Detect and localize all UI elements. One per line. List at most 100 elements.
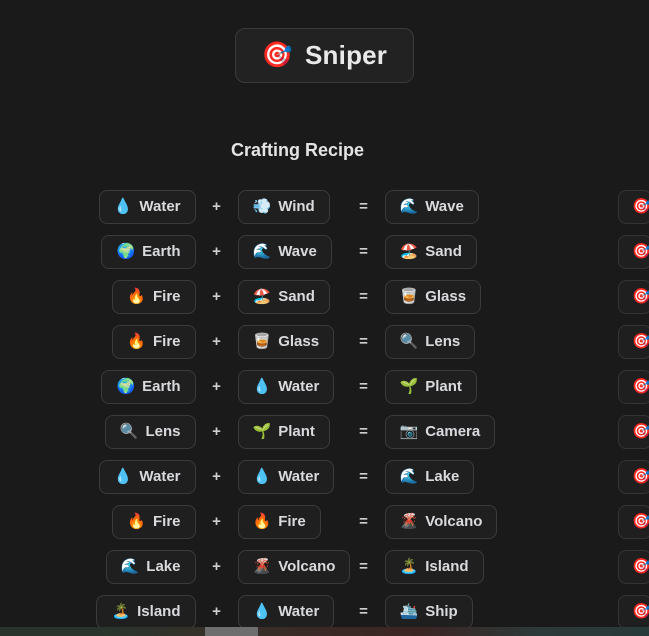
app-header: 🎯 Sniper — [0, 0, 649, 110]
recipe-ingredient-a-label: Earth — [142, 243, 181, 260]
recipe-result-slot: 🌊 Lake — [384, 459, 505, 494]
recipe-ingredient-a-slot: 🔥 Fire — [91, 324, 196, 359]
horizontal-scrollbar-track[interactable] — [0, 627, 649, 636]
recipe-row: 🔥 Fire + 🔥 Fire = 🌋 Volcano — [0, 499, 595, 544]
horizontal-scrollbar-thumb[interactable] — [205, 627, 258, 636]
recipe-ingredient-a-label: Lake — [146, 558, 181, 575]
recipe-ingredient-b-chip[interactable]: 💧 Water — [237, 369, 335, 404]
dart-icon: 🎯 — [632, 288, 649, 305]
fire-icon: 🔥 — [252, 513, 272, 530]
recipe-ingredient-b-chip[interactable]: 🔥 Fire — [237, 504, 321, 539]
plus-operator: + — [212, 558, 221, 575]
recipe-ingredient-b-label: Water — [278, 468, 320, 485]
recipe-ingredient-a-label: Water — [139, 198, 181, 215]
recipe-ingredient-a-slot: 🔥 Fire — [91, 504, 196, 539]
equals-operator: = — [359, 603, 368, 620]
recipe-ingredient-a-slot: 🏝️ Island — [91, 594, 196, 629]
recipe-ingredient-a-chip[interactable]: 🌍 Earth — [101, 369, 196, 404]
recipe-result-slot: 🥃 Glass — [384, 279, 505, 314]
edge-card-row: 🎯 — [618, 454, 649, 499]
recipe-ingredient-b-label: Wave — [278, 243, 317, 260]
edge-card-row: 🎯 — [618, 184, 649, 229]
edge-card[interactable]: 🎯 — [618, 414, 649, 449]
edge-card[interactable]: 🎯 — [618, 459, 649, 494]
recipe-ingredient-b-slot: 🌱 Plant — [237, 414, 343, 449]
plus-operator: + — [212, 288, 221, 305]
recipe-result-chip[interactable]: 🔍 Lens — [384, 324, 476, 359]
recipe-ingredient-a-chip[interactable]: 🔥 Fire — [112, 279, 196, 314]
recipe-ingredient-a-chip[interactable]: 💧 Water — [98, 459, 196, 494]
water-droplet-icon: 💧 — [113, 198, 133, 215]
recipe-ingredient-a-slot: 🔥 Fire — [91, 279, 196, 314]
recipe-row: 🌍 Earth + 🌊 Wave = 🏖️ Sand — [0, 229, 595, 274]
recipe-ingredient-a-slot: 🌍 Earth — [91, 369, 196, 404]
magnifier-icon: 🔍 — [119, 423, 139, 440]
recipe-result-chip[interactable]: 🌊 Lake — [384, 459, 475, 494]
recipe-ingredient-a-chip[interactable]: 🌊 Lake — [105, 549, 196, 584]
recipe-result-chip[interactable]: 🥃 Glass — [384, 279, 482, 314]
recipe-result-chip[interactable]: 🛳️ Ship — [384, 594, 473, 629]
plus-operator: + — [212, 198, 221, 215]
recipe-ingredient-b-slot: 🏖️ Sand — [237, 279, 343, 314]
edge-card[interactable]: 🎯 — [618, 549, 649, 584]
edge-card[interactable]: 🎯 — [618, 324, 649, 359]
recipe-ingredient-a-chip[interactable]: 🔍 Lens — [104, 414, 196, 449]
recipe-ingredient-b-slot: 💧 Water — [237, 594, 343, 629]
recipe-ingredient-a-slot: 🔍 Lens — [91, 414, 196, 449]
recipe-result-label: Plant — [425, 378, 462, 395]
crafting-recipe-heading: Crafting Recipe — [230, 140, 365, 160]
recipe-ingredient-a-chip[interactable]: 🏝️ Island — [96, 594, 196, 629]
edge-card[interactable]: 🎯 — [618, 189, 649, 224]
recipe-result-chip[interactable]: 🌱 Plant — [384, 369, 477, 404]
recipe-result-label: Camera — [425, 423, 481, 440]
edge-card-row: 🎯 — [618, 499, 649, 544]
recipe-ingredient-b-label: Volcano — [278, 558, 336, 575]
recipe-ingredient-b-label: Water — [278, 378, 320, 395]
edge-card[interactable]: 🎯 — [618, 369, 649, 404]
recipe-ingredient-b-chip[interactable]: 🌊 Wave — [237, 234, 332, 269]
recipe-ingredient-b-chip[interactable]: 🌋 Volcano — [237, 549, 351, 584]
recipe-ingredient-b-chip[interactable]: 💨 Wind — [237, 189, 330, 224]
recipe-ingredient-a-label: Water — [139, 468, 181, 485]
recipe-result-chip[interactable]: 🌋 Volcano — [384, 504, 498, 539]
island-icon: 🏝️ — [111, 603, 131, 620]
edge-card[interactable]: 🎯 — [618, 234, 649, 269]
recipe-ingredient-b-label: Wind — [278, 198, 315, 215]
edge-card[interactable]: 🎯 — [618, 279, 649, 314]
recipe-result-chip[interactable]: 🌊 Wave — [384, 189, 479, 224]
recipe-ingredient-a-chip[interactable]: 💧 Water — [98, 189, 196, 224]
camera-icon: 📷 — [399, 423, 419, 440]
recipe-ingredient-b-label: Sand — [278, 288, 315, 305]
recipe-ingredient-a-label: Lens — [145, 423, 181, 440]
recipe-ingredient-b-chip[interactable]: 🥃 Glass — [237, 324, 335, 359]
recipe-result-slot: 🛳️ Ship — [384, 594, 505, 629]
glass-icon: 🥃 — [399, 288, 419, 305]
edge-card-row: 🎯 — [618, 544, 649, 589]
recipe-ingredient-a-label: Island — [137, 603, 181, 620]
recipe-ingredient-b-chip[interactable]: 💧 Water — [237, 594, 335, 629]
recipe-ingredient-a-chip[interactable]: 🔥 Fire — [112, 324, 196, 359]
dart-icon: 🎯 — [632, 603, 649, 620]
magnifier-icon: 🔍 — [399, 333, 419, 350]
app-title-card[interactable]: 🎯 Sniper — [234, 27, 415, 83]
seedling-icon: 🌱 — [399, 378, 419, 395]
plus-operator: + — [212, 513, 221, 530]
recipe-ingredient-b-chip[interactable]: 🌱 Plant — [237, 414, 330, 449]
dart-icon: 🎯 — [632, 468, 649, 485]
recipe-ingredient-a-chip[interactable]: 🔥 Fire — [112, 504, 196, 539]
recipe-result-chip[interactable]: 🏝️ Island — [384, 549, 484, 584]
recipe-ingredient-a-chip[interactable]: 🌍 Earth — [101, 234, 196, 269]
edge-card[interactable]: 🎯 — [618, 504, 649, 539]
edge-card[interactable]: 🎯 — [618, 594, 649, 629]
recipe-ingredient-b-label: Glass — [278, 333, 320, 350]
edge-card-row: 🎯 — [618, 364, 649, 409]
recipe-ingredient-a-label: Fire — [152, 288, 181, 305]
recipe-result-chip[interactable]: 🏖️ Sand — [384, 234, 477, 269]
recipe-ingredient-b-chip[interactable]: 🏖️ Sand — [237, 279, 330, 314]
recipe-result-slot: 🌋 Volcano — [384, 504, 505, 539]
water-droplet-icon: 💧 — [252, 603, 272, 620]
edge-card-column: 🎯 🎯 🎯 🎯 🎯 🎯 🎯 🎯 🎯 🎯 — [618, 184, 649, 634]
recipe-ingredient-b-chip[interactable]: 💧 Water — [237, 459, 335, 494]
ship-icon: 🛳️ — [399, 603, 419, 620]
recipe-result-chip[interactable]: 📷 Camera — [384, 414, 496, 449]
